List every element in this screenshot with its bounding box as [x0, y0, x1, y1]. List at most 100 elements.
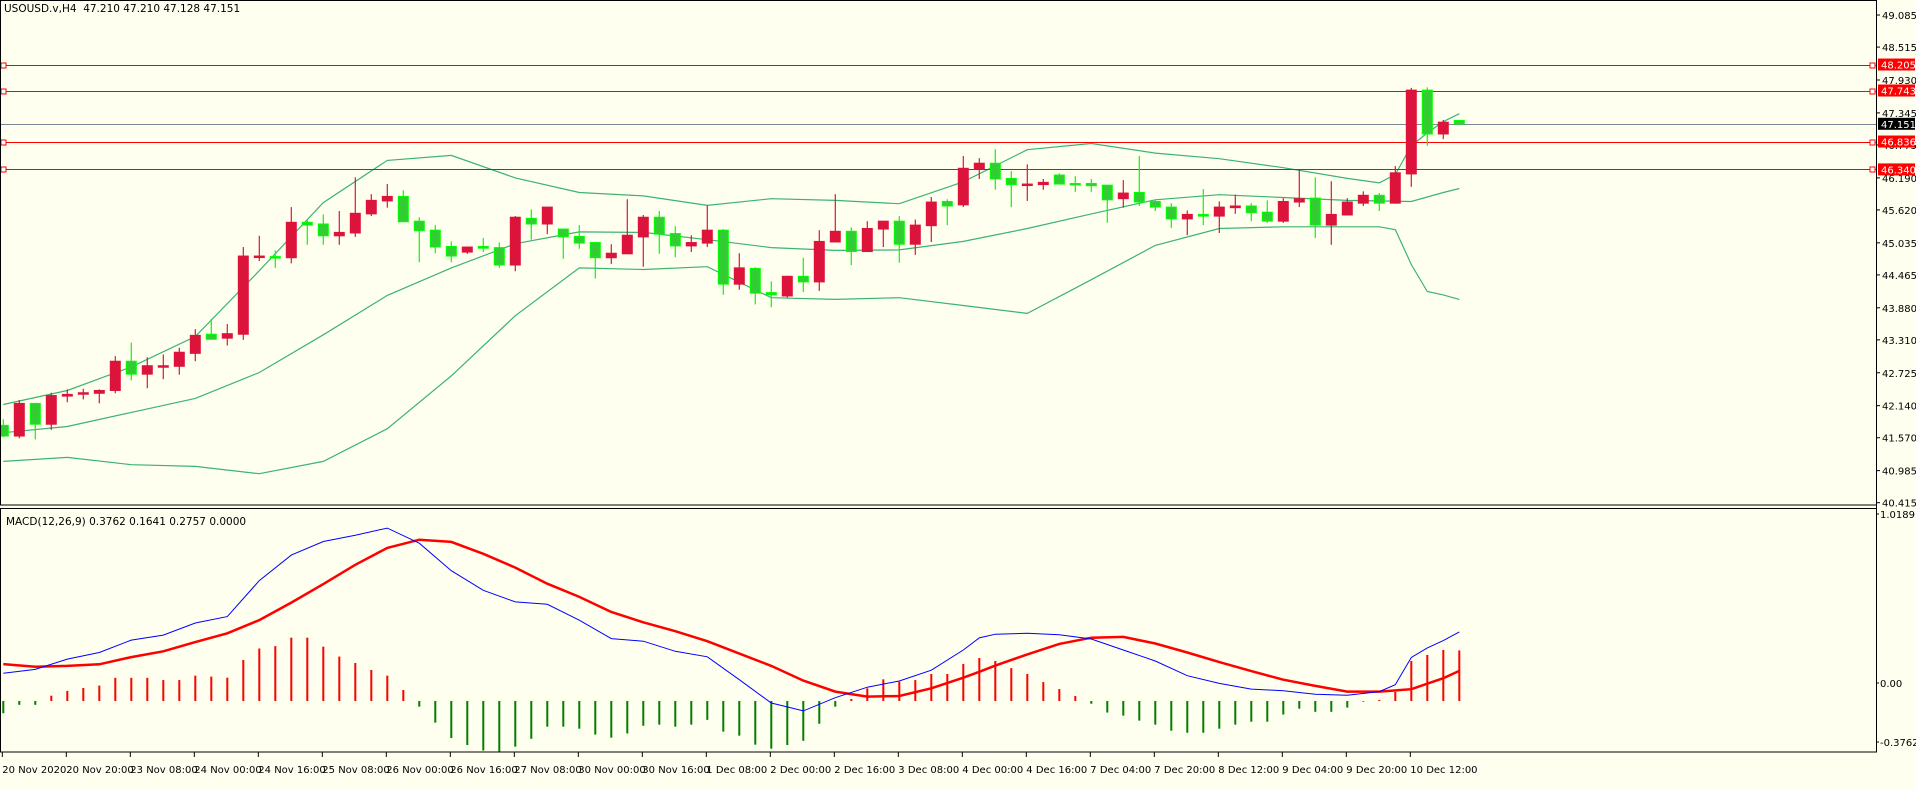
price-tick-label: 43.880 — [1882, 304, 1916, 315]
candle-body — [525, 217, 537, 225]
candle — [429, 225, 441, 254]
time-tick-label: 9 Dec 04:00 — [1282, 765, 1343, 776]
level-handle-left[interactable] — [0, 166, 7, 173]
time-tick-label: 10 Dec 12:00 — [1410, 765, 1477, 776]
price-tick-label: 43.310 — [1882, 336, 1916, 347]
level-handle-right[interactable] — [1869, 166, 1876, 173]
macd-tick-label: 0.00 — [1880, 679, 1902, 690]
trading-chart[interactable]: 49.08548.51547.93047.34546.77546.19045.6… — [0, 0, 1916, 790]
candle-body — [605, 252, 617, 259]
candle — [221, 324, 233, 346]
price-tick-label: 45.620 — [1882, 206, 1916, 217]
candle-body — [461, 246, 473, 253]
level-handle-left[interactable] — [0, 88, 7, 95]
candle — [637, 214, 649, 267]
candle-body — [749, 267, 761, 294]
candle-body — [701, 229, 713, 244]
time-tick-label: 24 Nov 00:00 — [194, 765, 261, 776]
candle — [861, 221, 873, 253]
candle-body — [413, 220, 425, 232]
candle — [813, 230, 825, 291]
candle — [301, 220, 313, 245]
macd-header: MACD(12,26,9) 0.3762 0.1641 0.2757 0.000… — [6, 516, 247, 528]
candle-body — [653, 216, 665, 235]
candle-body — [621, 234, 633, 255]
macd-main-line — [3, 527, 1460, 712]
candle-body — [221, 333, 233, 339]
candle-body — [765, 292, 777, 296]
candle — [1293, 169, 1305, 208]
candle — [45, 392, 57, 430]
candle — [1261, 200, 1273, 223]
candle-body — [829, 230, 841, 243]
candle — [877, 220, 889, 248]
candle-body — [1405, 89, 1417, 175]
time-tick-label: 8 Dec 12:00 — [1218, 765, 1279, 776]
macd-axis: 1.0189 0.00 -0.3762 — [1876, 510, 1916, 749]
candle — [989, 149, 1001, 190]
level-handle-right[interactable] — [1869, 62, 1876, 69]
candle — [525, 209, 537, 240]
time-tick-label: 30 Nov 16:00 — [642, 765, 709, 776]
candle-body — [957, 167, 969, 206]
bollinger-upper-line — [3, 113, 1460, 406]
candle — [1069, 176, 1081, 192]
time-tick-label: 30 Nov 00:00 — [578, 765, 645, 776]
candle — [925, 196, 937, 242]
macd-tick-label: 1.0189 — [1880, 510, 1915, 521]
candle-body — [45, 395, 57, 425]
time-tick-label: 20 Nov 20:00 — [66, 765, 133, 776]
candle — [413, 217, 425, 263]
price-pane[interactable] — [0, 62, 1876, 475]
candle — [909, 219, 921, 255]
candle — [445, 241, 457, 263]
candle — [573, 225, 585, 249]
level-handle-left[interactable] — [0, 139, 7, 146]
candle-body — [349, 212, 361, 234]
candle — [1325, 181, 1337, 245]
bollinger-middle-line — [3, 187, 1460, 434]
candle-body — [0, 424, 9, 437]
level-price-tag: 46.836 — [1881, 138, 1916, 149]
candle-body — [141, 365, 153, 375]
time-tick-label: 1 Dec 08:00 — [706, 765, 767, 776]
price-tick-label: 40.415 — [1882, 499, 1916, 510]
candle-body — [397, 195, 409, 223]
level-handle-left[interactable] — [0, 62, 7, 69]
candle-body — [1325, 213, 1337, 226]
candle — [621, 199, 633, 255]
candle — [1165, 203, 1177, 228]
candle — [397, 190, 409, 223]
candle — [1389, 166, 1401, 204]
candle-body — [877, 220, 889, 230]
candle-body — [941, 200, 953, 207]
candle — [1085, 178, 1097, 192]
candle — [1117, 180, 1129, 208]
macd-pane[interactable] — [2, 527, 1461, 752]
candle — [541, 206, 553, 235]
candle-body — [573, 235, 585, 244]
candle-body — [269, 256, 281, 259]
candle-body — [61, 393, 73, 397]
candle — [1229, 194, 1241, 214]
candle — [157, 354, 169, 380]
candle-body — [717, 229, 729, 285]
candle-body — [813, 240, 825, 283]
candle — [1005, 171, 1017, 208]
candle-body — [1101, 184, 1113, 201]
price-tick-label: 42.725 — [1882, 369, 1916, 380]
candle — [1245, 203, 1257, 222]
candle — [1197, 189, 1209, 226]
candle — [1405, 87, 1417, 187]
candle — [1309, 177, 1321, 239]
candle-body — [685, 242, 697, 247]
candle-body — [733, 267, 745, 285]
candle-body — [1085, 182, 1097, 187]
time-tick-label: 4 Dec 00:00 — [962, 765, 1023, 776]
candle-body — [893, 220, 905, 245]
level-handle-right[interactable] — [1869, 139, 1876, 146]
level-handle-right[interactable] — [1869, 88, 1876, 95]
candle — [1181, 210, 1193, 236]
candle — [269, 250, 281, 268]
candle — [253, 235, 265, 262]
